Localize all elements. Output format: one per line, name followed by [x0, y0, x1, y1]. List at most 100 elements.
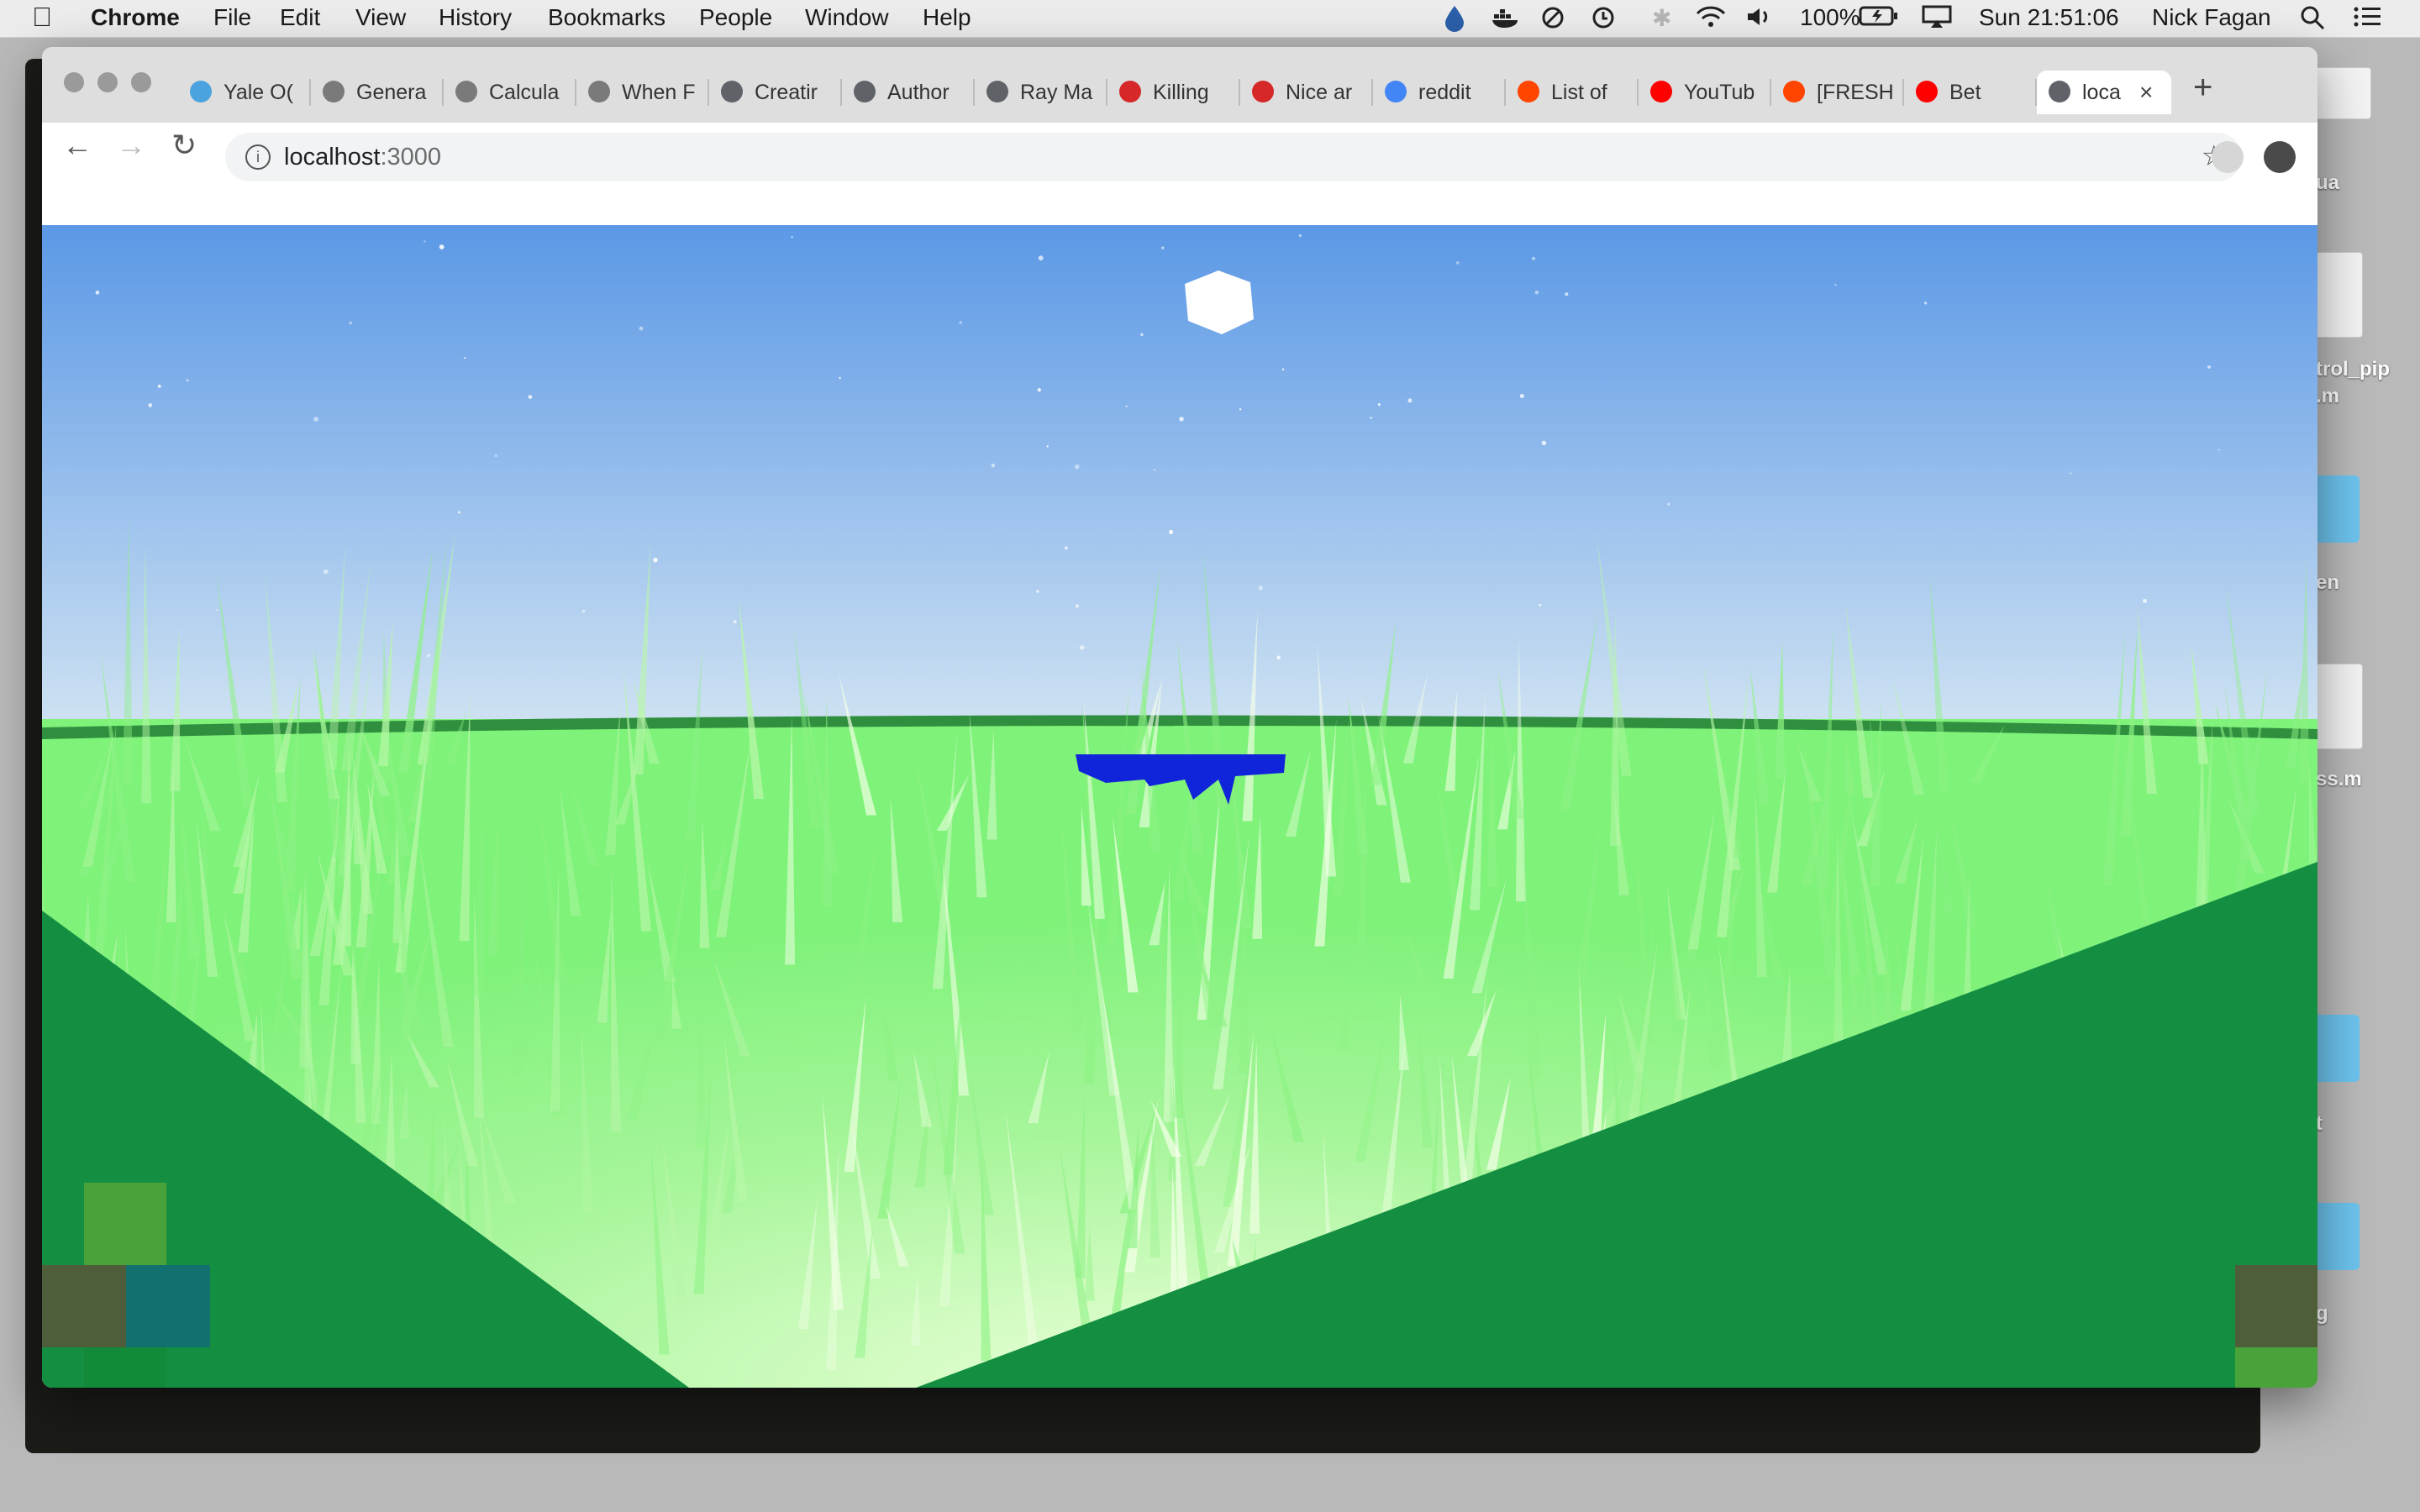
tab[interactable]: reddit: [1373, 71, 1506, 114]
star: [1169, 529, 1174, 534]
menu-help[interactable]: Help: [923, 4, 971, 31]
menu-window[interactable]: Window: [805, 4, 889, 31]
forward-button[interactable]: →: [116, 128, 146, 163]
airplay-icon[interactable]: [1921, 4, 1953, 35]
wifi-icon[interactable]: [1694, 4, 1728, 35]
window-zoom-button[interactable]: [131, 72, 151, 92]
desktop-label: ua: [2316, 171, 2340, 194]
site-info-icon[interactable]: i: [245, 144, 271, 170]
star: [1125, 405, 1128, 407]
youtube-icon: [1916, 81, 1938, 102]
star: [494, 454, 497, 457]
star: [1456, 261, 1460, 265]
star: [653, 558, 658, 563]
star: [2207, 365, 2211, 369]
apple-icon[interactable]: : [32, 2, 52, 33]
window-close-button[interactable]: [64, 72, 84, 92]
macos-menu-bar:  Chrome File Edit View History Bookmark…: [0, 0, 2420, 38]
tab-label: YouTub: [1684, 81, 1755, 104]
tab[interactable]: Bet: [1904, 71, 2037, 114]
reddit-icon: [1518, 81, 1539, 102]
star: [639, 326, 644, 331]
star: [1532, 256, 1536, 260]
star: [424, 240, 426, 243]
minimap-tile: [84, 1183, 166, 1265]
globe-icon: [721, 81, 743, 102]
star: [733, 619, 737, 624]
bluetooth-icon[interactable]: ✱: [1652, 4, 1671, 32]
menu-edit[interactable]: Edit: [280, 4, 320, 31]
star: [216, 609, 218, 612]
star: [186, 379, 189, 382]
menu-file[interactable]: File: [213, 4, 251, 31]
webgl-canvas[interactable]: [42, 225, 2317, 1388]
tab[interactable]: Creatir: [709, 71, 842, 114]
star: [1153, 469, 1156, 471]
star: [464, 357, 466, 360]
tab-label: Nice ar: [1286, 81, 1353, 104]
star: [1539, 603, 1542, 606]
tab[interactable]: Genera: [311, 71, 444, 114]
tab[interactable]: Author: [842, 71, 975, 114]
star: [1046, 445, 1049, 448]
tab[interactable]: [FRESH: [1771, 71, 1904, 114]
star: [1534, 290, 1539, 295]
star: [1281, 368, 1285, 371]
star: [1258, 585, 1263, 591]
back-button[interactable]: ←: [62, 128, 92, 163]
globe-icon: [854, 81, 876, 102]
star: [1079, 645, 1085, 650]
tab-close-icon[interactable]: ×: [2139, 79, 2153, 106]
tab-label: Genera: [356, 81, 427, 104]
menu-people[interactable]: People: [699, 4, 772, 31]
star: [313, 417, 318, 422]
volume-icon[interactable]: [1744, 4, 1773, 35]
star: [1565, 292, 1569, 297]
grass-scene[interactable]: [42, 225, 2317, 1388]
minimap-tile: [126, 1265, 210, 1347]
tab[interactable]: Ray Ma: [975, 71, 1107, 114]
tab[interactable]: Killing: [1107, 71, 1240, 114]
battery-icon[interactable]: [1859, 4, 1899, 34]
tab[interactable]: Nice ar: [1240, 71, 1373, 114]
youtube-icon: [1650, 81, 1672, 102]
sync-icon[interactable]: [1539, 4, 1566, 37]
desktop-label: trol_pip: [2316, 358, 2390, 381]
menu-history[interactable]: History: [439, 4, 512, 31]
globe-icon: [2049, 81, 2070, 102]
reload-button[interactable]: ↻: [171, 128, 197, 163]
star: [1036, 590, 1039, 593]
tab[interactable]: Calcula: [444, 71, 576, 114]
tab[interactable]: When F: [576, 71, 709, 114]
droplet-icon[interactable]: [1442, 4, 1467, 39]
url-host: localhost: [284, 144, 381, 171]
menu-app-name[interactable]: Chrome: [91, 4, 180, 31]
star: [1834, 283, 1837, 286]
docker-icon[interactable]: [1491, 4, 1523, 35]
new-tab-button[interactable]: +: [2193, 69, 2212, 107]
tab[interactable]: List of: [1506, 71, 1639, 114]
tab[interactable]: YouTub: [1639, 71, 1771, 114]
address-bar[interactable]: i localhost:3000 ☆: [225, 133, 2242, 181]
battery-percent[interactable]: 100%: [1800, 4, 1860, 31]
notification-center-icon[interactable]: [2353, 4, 2383, 35]
extension-icon[interactable]: [2212, 141, 2244, 173]
star: [1407, 398, 1413, 403]
tab-active[interactable]: loca ×: [2037, 71, 2171, 114]
star: [458, 511, 460, 514]
menu-view[interactable]: View: [355, 4, 406, 31]
time-machine-icon[interactable]: [1588, 4, 1617, 37]
tab[interactable]: Yale O(: [178, 71, 311, 114]
extension-upload-icon[interactable]: [2264, 141, 2296, 173]
star: [791, 236, 793, 239]
spotlight-search-icon[interactable]: [2299, 4, 2326, 37]
window-minimize-button[interactable]: [97, 72, 118, 92]
menu-bookmarks[interactable]: Bookmarks: [548, 4, 666, 31]
url-text[interactable]: localhost:3000: [284, 144, 441, 171]
browser-toolbar: ← → ↻ i localhost:3000 ☆: [42, 123, 2317, 226]
reddit-icon: [1783, 81, 1805, 102]
desktop-label: en: [2316, 571, 2340, 594]
star: [528, 395, 533, 399]
user-name[interactable]: Nick Fagan: [2152, 4, 2271, 31]
clock-text[interactable]: Sun 21:51:06: [1979, 4, 2119, 31]
